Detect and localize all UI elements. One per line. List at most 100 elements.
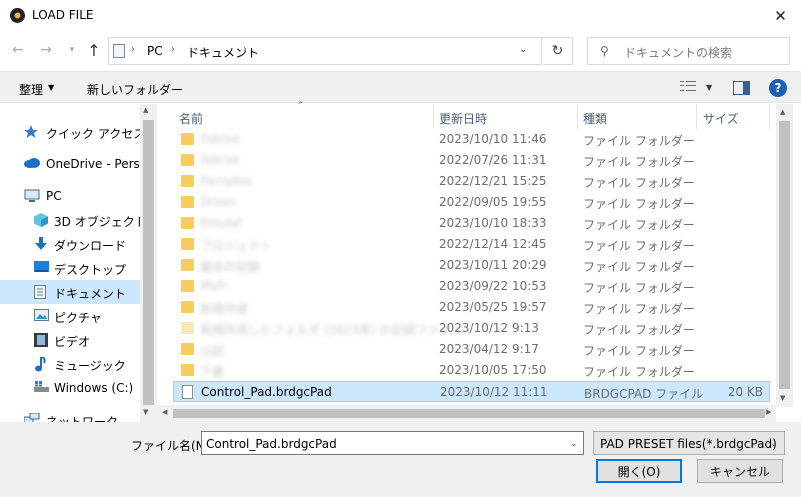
vertical-scroll-thumb[interactable] (779, 121, 790, 389)
sidebar-item-videos[interactable]: ビデオ (0, 328, 140, 352)
star-icon (24, 125, 38, 138)
folder-icon (181, 133, 194, 145)
sidebar-item-pictures[interactable]: ピクチャ (0, 304, 140, 328)
file-modified: 2023/09/22 10:53 (439, 279, 547, 293)
file-row[interactable]: Parrados 2022/12/21 15:25 ファイル フォルダー (173, 171, 770, 192)
filename-value[interactable]: Control_Pad.brdgcPad (206, 437, 337, 451)
document-icon (34, 285, 48, 299)
back-button[interactable]: ← (8, 40, 28, 60)
file-modified: 2022/12/14 12:45 (439, 237, 547, 251)
sidebar-item-label: クイック アクセス (46, 127, 146, 141)
scroll-right-icon[interactable]: ▶ (766, 408, 771, 416)
breadcrumb-pc[interactable]: PC (147, 44, 163, 58)
preview-pane-icon[interactable] (733, 81, 750, 95)
scroll-left-icon[interactable]: ◀ (162, 408, 167, 416)
scroll-down-icon[interactable]: ▼ (780, 394, 785, 402)
horizontal-scroll-thumb[interactable] (173, 409, 765, 418)
breadcrumb-documents[interactable]: ドキュメント (187, 44, 259, 61)
search-icon: ⚲ (600, 44, 609, 58)
column-header-type[interactable]: 種類 (583, 110, 607, 127)
scroll-up-icon[interactable]: ▲ (143, 106, 148, 114)
open-button[interactable]: 開く(O) (596, 459, 682, 483)
computer-icon (24, 189, 40, 202)
up-button[interactable]: ↑ (84, 40, 104, 60)
sidebar-item-quick-access[interactable]: クイック アクセス (0, 120, 145, 144)
file-name: 下書 (200, 365, 225, 379)
new-folder-button[interactable]: 新しいフォルダー (87, 81, 183, 98)
breadcrumb-separator[interactable]: › (131, 44, 135, 55)
sidebar-item-onedrive[interactable]: OneDrive - Persor (0, 152, 152, 176)
sidebar-item-music[interactable]: ミュージック (0, 352, 140, 376)
chevron-down-icon[interactable]: ⌄ (519, 44, 527, 55)
sidebar-item-pc[interactable]: PC (0, 184, 140, 208)
sidebar-item-network[interactable]: ネットワーク (0, 408, 140, 422)
sidebar-item-downloads[interactable]: ダウンロード (0, 232, 140, 256)
file-row[interactable]: MyFi 2023/09/22 10:53 ファイル フォルダー (173, 276, 770, 297)
desktop-icon (34, 261, 49, 274)
breadcrumb-separator[interactable]: › (171, 44, 175, 55)
column-divider[interactable] (577, 104, 578, 129)
sidebar-item-label: PC (46, 189, 62, 203)
scroll-up-icon[interactable]: ▲ (780, 108, 785, 116)
file-row-selected[interactable]: Control_Pad.brdgcPad 2023/10/12 11:11 BRDG… (173, 381, 770, 402)
sidebar-item-documents[interactable]: ドキュメント (0, 280, 140, 304)
forward-button[interactable]: → (36, 40, 56, 60)
sidebar-item-3d-objects[interactable]: 3D オブジェクト (0, 208, 147, 232)
search-placeholder: ドキュメントの検索 (624, 46, 733, 60)
file-type: ファイル フォルダー (583, 155, 695, 169)
cancel-button[interactable]: キャンセル (697, 459, 783, 483)
download-icon (34, 237, 48, 250)
file-row[interactable]: Emulat 2023/10/10 18:33 ファイル フォルダー (173, 213, 770, 234)
file-type: ファイル フォルダー (583, 344, 695, 358)
organize-button[interactable]: 整理 (19, 81, 43, 98)
column-divider[interactable] (769, 104, 770, 129)
sidebar-item-windows-c[interactable]: Windows (C:) (0, 376, 140, 400)
file-name: Droon (200, 195, 237, 209)
breadcrumb-separator[interactable]: › (243, 44, 247, 55)
refresh-button[interactable]: ↻ (543, 37, 573, 65)
chevron-down-icon[interactable]: ⌄ (770, 439, 778, 449)
column-header-name[interactable]: 名前 (179, 110, 203, 127)
dialog-footer: ファイル名(N): Control_Pad.brdgcPad ⌄ PAD PRE… (0, 422, 801, 497)
chevron-down-icon[interactable]: ▼ (48, 83, 54, 92)
filetype-select[interactable]: PAD PRESET files(*.brdgcPad) ⌄ (593, 431, 785, 455)
column-divider[interactable] (696, 104, 697, 129)
column-divider[interactable] (433, 104, 434, 129)
view-options-icon[interactable] (680, 81, 696, 93)
folder-icon (181, 196, 194, 208)
file-row[interactable]: Odrive 2023/10/10 11:46 ファイル フォルダー (173, 129, 770, 150)
picture-icon (34, 309, 49, 322)
video-icon (34, 333, 48, 347)
search-input[interactable]: ⚲ ドキュメントの検索 (587, 37, 790, 65)
file-row[interactable]: 新規作成 2023/05/25 19:57 ファイル フォルダー (173, 297, 770, 318)
file-row[interactable]: 下書 2023/10/05 17:50 ファイル フォルダー (173, 360, 770, 381)
file-type: BRDGCPAD ファイル (584, 387, 704, 401)
file-modified: 2023/10/10 18:33 (439, 216, 547, 230)
sort-ascending-icon: ⌃ (297, 101, 305, 111)
column-header-size[interactable]: サイズ (703, 110, 739, 127)
scroll-down-icon[interactable]: ▼ (143, 408, 148, 416)
filetype-value: PAD PRESET files(*.brdgcPad) (600, 437, 777, 451)
sidebar-scroll-thumb[interactable] (143, 120, 154, 405)
file-row[interactable]: 新規作成したフォルダ (2023年) の記録ファイル 2023/10/12 9:1… (173, 318, 770, 339)
address-bar[interactable]: › PC › ドキュメント › ⌄ (108, 37, 542, 65)
filename-field[interactable]: Control_Pad.brdgcPad ⌄ (201, 431, 584, 455)
recent-locations-button[interactable]: ▾ (62, 40, 82, 60)
file-row[interactable]: Droon 2022/09/05 19:55 ファイル フォルダー (173, 192, 770, 213)
file-row[interactable]: 最近の記録 2023/10/11 20:29 ファイル フォルダー (173, 255, 770, 276)
file-type: ファイル フォルダー (583, 281, 695, 295)
sidebar-item-label: ネットワーク (46, 415, 119, 422)
file-type: ファイル フォルダー (583, 176, 695, 190)
close-button[interactable]: ✕ (760, 0, 801, 31)
help-icon[interactable]: ? (769, 79, 787, 97)
column-header-modified[interactable]: 更新日時 (439, 110, 487, 127)
file-size: 20 KB (727, 385, 763, 399)
chevron-down-icon[interactable]: ▼ (706, 83, 712, 92)
sidebar-item-label: 3D オブジェクト (54, 215, 147, 229)
file-modified: 2022/12/21 15:25 (439, 174, 547, 188)
file-row[interactable]: Odrive 2022/07/26 11:31 ファイル フォルダー (173, 150, 770, 171)
file-row[interactable]: プロジェクト 2022/12/14 12:45 ファイル フォルダー (173, 234, 770, 255)
sidebar-item-desktop[interactable]: デスクトップ (0, 256, 140, 280)
chevron-down-icon[interactable]: ⌄ (570, 439, 578, 449)
file-row[interactable]: 山田 2023/04/12 9:17 ファイル フォルダー (173, 339, 770, 360)
